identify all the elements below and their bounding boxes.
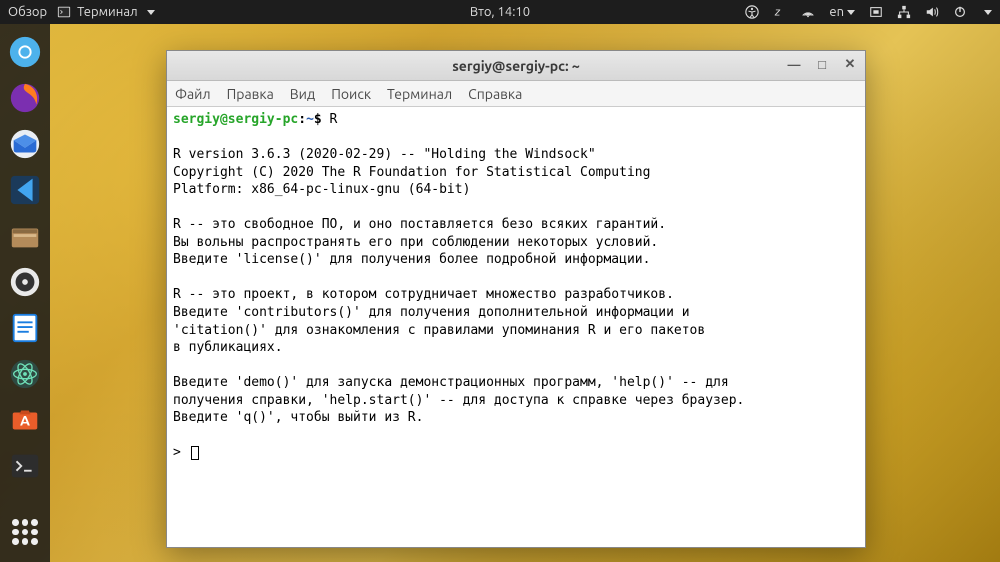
menu-bar: Файл Правка Вид Поиск Терминал Справка [167, 81, 865, 107]
command: R [330, 112, 338, 127]
menu-view[interactable]: Вид [290, 86, 315, 102]
dock: A [0, 24, 50, 562]
app-menu[interactable]: Терминал [57, 5, 154, 19]
close-button[interactable]: ✕ [841, 55, 859, 73]
terminal-icon [57, 5, 71, 19]
accessibility-icon[interactable] [745, 5, 759, 19]
power-icon[interactable] [953, 5, 967, 19]
prompt-user: sergiy@sergiy-pc [173, 112, 298, 127]
dock-firefox[interactable] [5, 78, 45, 118]
dock-vscode[interactable] [5, 170, 45, 210]
apps-grid-icon [12, 519, 38, 545]
top-bar: Обзор Терминал Вто, 14:10 z en [0, 0, 1000, 24]
dock-rhythmbox[interactable] [5, 262, 45, 302]
dock-software[interactable]: A [5, 400, 45, 440]
network-icon[interactable] [801, 5, 815, 19]
chevron-down-icon [984, 10, 992, 15]
menu-search[interactable]: Поиск [331, 86, 371, 102]
menu-edit[interactable]: Правка [227, 86, 274, 102]
svg-text:z: z [774, 7, 781, 19]
cursor [191, 446, 199, 460]
terminal-window: sergiy@sergiy-pc: ~ ― □ ✕ Файл Правка Ви… [166, 50, 866, 548]
dock-thunderbird[interactable] [5, 124, 45, 164]
tray-icon[interactable] [869, 5, 883, 19]
terminal-output: R version 3.6.3 (2020-02-29) -- "Holding… [173, 147, 744, 425]
svg-text:A: A [20, 413, 30, 429]
chevron-down-icon [847, 10, 855, 15]
keyboard-layout[interactable]: en [829, 5, 855, 19]
wired-network-icon[interactable] [897, 5, 911, 19]
dock-writer[interactable] [5, 308, 45, 348]
show-applications-button[interactable] [5, 512, 45, 552]
chevron-down-icon [147, 10, 155, 15]
clock[interactable]: Вто, 14:10 [470, 5, 530, 19]
volume-icon[interactable] [925, 5, 939, 19]
activities-button[interactable]: Обзор [8, 5, 47, 19]
menu-help[interactable]: Справка [468, 86, 522, 102]
prompt-path: ~ [306, 112, 314, 127]
z-indicator-icon[interactable]: z [773, 5, 787, 19]
minimize-button[interactable]: ― [785, 55, 803, 73]
dock-terminal[interactable] [5, 446, 45, 486]
terminal-content[interactable]: sergiy@sergiy-pc:~$ R R version 3.6.3 (2… [167, 107, 865, 547]
r-prompt: > [173, 445, 181, 460]
app-menu-label: Терминал [77, 5, 137, 19]
window-titlebar[interactable]: sergiy@sergiy-pc: ~ ― □ ✕ [167, 51, 865, 81]
menu-terminal[interactable]: Терминал [387, 86, 452, 102]
menu-file[interactable]: Файл [175, 86, 211, 102]
dock-files[interactable] [5, 216, 45, 256]
window-title: sergiy@sergiy-pc: ~ [452, 58, 580, 74]
maximize-button[interactable]: □ [813, 55, 831, 73]
dock-chromium[interactable] [5, 32, 45, 72]
dock-atom[interactable] [5, 354, 45, 394]
